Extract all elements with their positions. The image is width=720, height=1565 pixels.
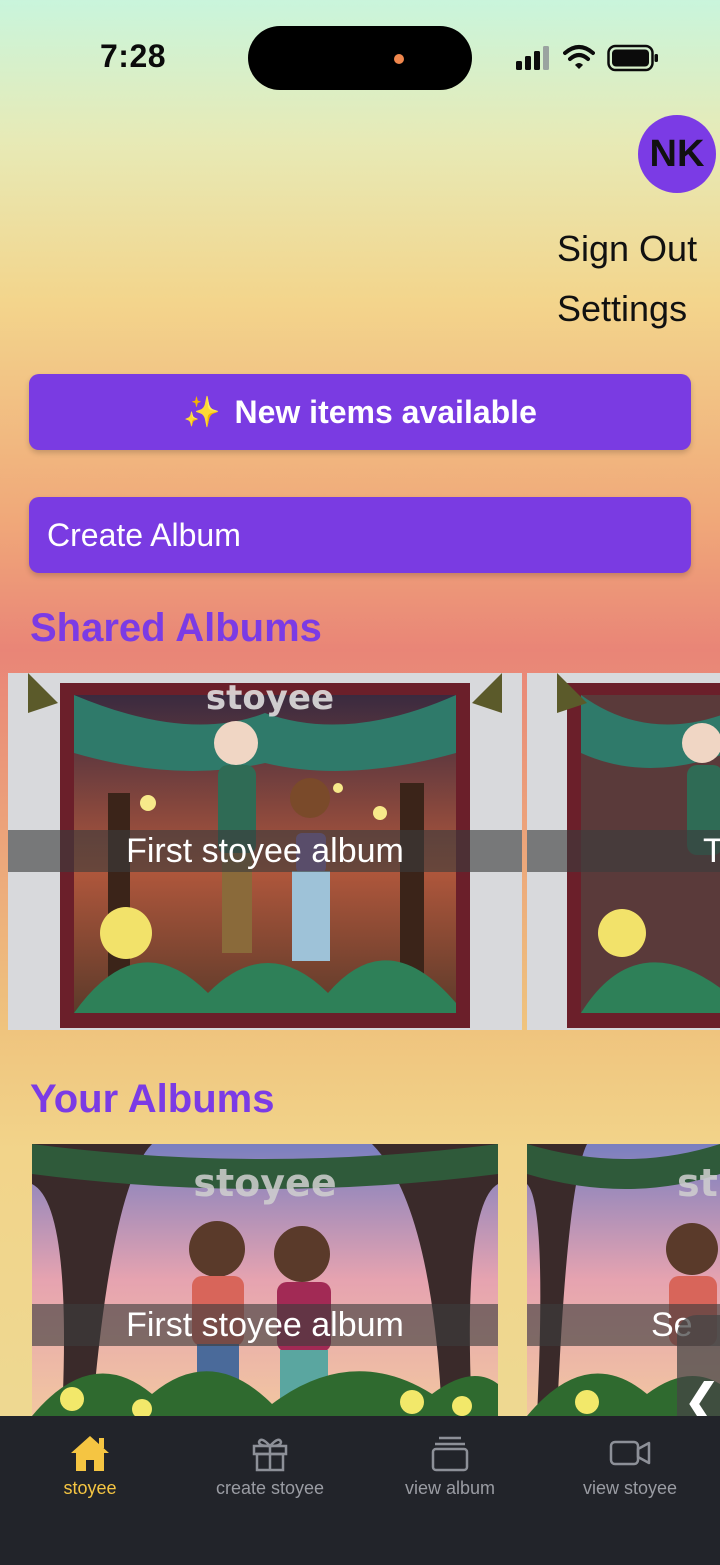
create-album-label: Create Album [47,516,241,553]
tab-label: create stoyee [215,1478,325,1498]
shared-album-card[interactable]: T [527,673,720,1030]
album-title: First stoyee album [32,1304,498,1346]
battery-icon [607,44,658,72]
tab-create-stoyee[interactable]: create stoyee [180,1416,360,1526]
create-album-button[interactable]: Create Album [29,497,691,573]
bottom-tab-bar: stoyee create stoyee view album view sto… [0,1416,720,1565]
video-camera-icon [609,1440,651,1466]
your-album-card[interactable]: stoyee First stoyee album [32,1144,498,1416]
album-cover-image: stoyee [32,1144,498,1416]
watermark-text: stoyee [193,1161,336,1205]
tab-view-album[interactable]: view album [360,1416,540,1526]
tab-stoyee[interactable]: stoyee [0,1416,180,1526]
user-avatar[interactable]: NK [638,115,716,193]
tab-label: view album [404,1478,496,1498]
status-time: 7:28 [100,38,167,74]
album-title-text: First stoyee album [126,831,404,870]
home-icon [71,1436,109,1471]
dynamic-island [248,26,472,90]
gift-icon [252,1438,288,1472]
album-title: T [527,830,720,872]
watermark-text: st [677,1161,718,1205]
sign-out-link[interactable]: Sign Out [557,228,697,270]
album-title-text: First stoyee album [126,1305,404,1344]
your-albums-heading: Your Albums [30,1077,275,1121]
wifi-icon [563,45,595,69]
tab-label: view stoyee [582,1478,678,1498]
watermark-text: stoyee [206,678,334,718]
album-title: First stoyee album [8,830,522,872]
settings-link[interactable]: Settings [557,288,687,330]
status-bar: 7:28 [0,0,720,110]
album-title-text: T [703,831,720,870]
privacy-indicator-dot [394,54,404,64]
new-items-button[interactable]: ✨ New items available [29,374,691,450]
sparkles-icon: ✨ [183,395,221,429]
shared-album-card[interactable]: stoyee First stoyee album [8,673,522,1030]
tab-label: stoyee [63,1478,117,1498]
album-stack-icon [431,1436,469,1472]
cellular-signal-icon [516,46,549,70]
shared-albums-heading: Shared Albums [30,606,322,650]
tab-view-stoyee[interactable]: view stoyee [540,1416,720,1526]
new-items-label: New items available [234,393,537,430]
